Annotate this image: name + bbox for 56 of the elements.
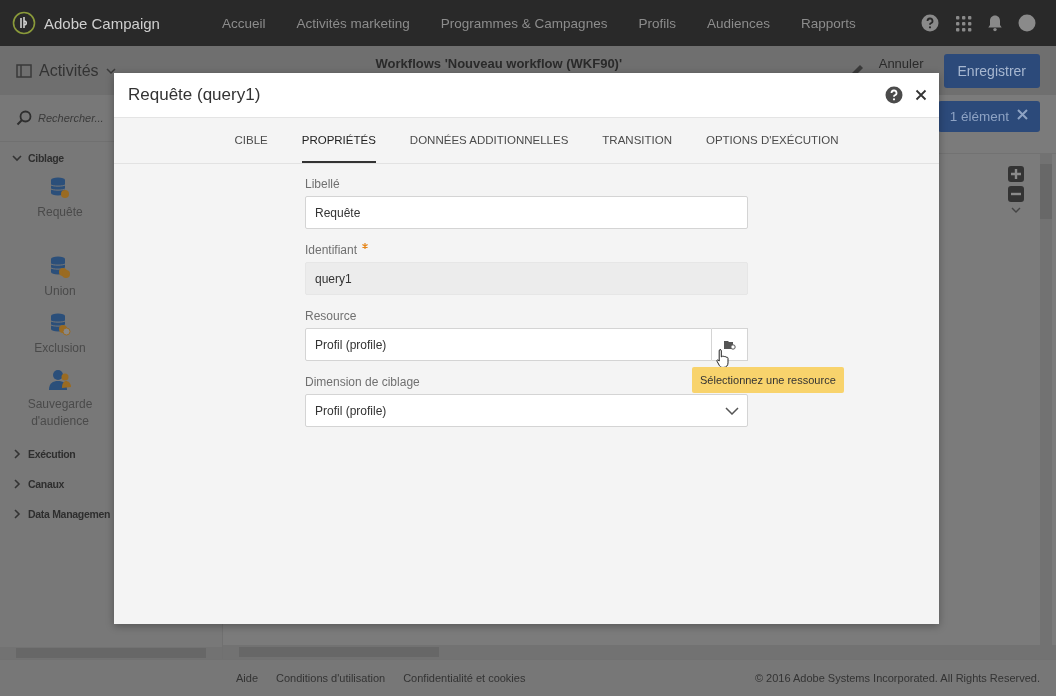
chevron-down-icon[interactable]: [1010, 206, 1022, 214]
field-label: Dimension de ciblage: [305, 375, 420, 389]
selection-button[interactable]: 1 élément: [937, 101, 1040, 132]
tab[interactable]: OPTIONS D'EXÉCUTION: [706, 118, 839, 163]
copyright-text: © 2016 Adobe Systems Incorporated. All Rights Reserved.: [754, 672, 1040, 684]
tab[interactable]: DONNÉES ADDITIONNELLES: [409, 118, 569, 163]
footer-link[interactable]: Aide: [236, 672, 259, 684]
footer-link[interactable]: Confidentialité et cookies: [403, 672, 526, 684]
bell-icon[interactable]: [987, 14, 1003, 32]
database-icon: [48, 311, 72, 336]
zoom-out-icon[interactable]: [1008, 186, 1024, 202]
nav-link[interactable]: Rapports: [800, 15, 856, 31]
field-label: Resource: [305, 309, 357, 323]
browse-button[interactable]: [712, 328, 748, 361]
database-icon: [48, 254, 72, 279]
database-icon: [48, 176, 72, 200]
field-label: Libellé: [305, 177, 340, 191]
folder-search-icon: [723, 339, 736, 350]
chevron-down-icon: [725, 406, 739, 415]
category-header[interactable]: Canaux: [0, 468, 77, 498]
nav-link[interactable]: Programmes & Campagnes: [440, 15, 608, 31]
nav-link[interactable]: Audiences: [706, 15, 770, 31]
resource-field[interactable]: Profil (profile): [305, 328, 712, 361]
nav-link[interactable]: Profils: [638, 15, 676, 31]
category-header[interactable]: Ciblage: [0, 142, 76, 172]
text-field[interactable]: Requête: [305, 196, 748, 229]
zoom-in-icon[interactable]: [1008, 166, 1024, 182]
people-icon: [48, 368, 72, 393]
dropdown[interactable]: Profil (profile): [305, 394, 748, 427]
nav-link[interactable]: Accueil: [222, 15, 266, 31]
panel-icon: [16, 63, 32, 78]
dialog-title: Requête (query1): [128, 85, 262, 105]
tab[interactable]: PROPRIÉTÉS: [301, 118, 376, 163]
close-icon[interactable]: [915, 89, 927, 101]
nav-link[interactable]: Activités marketing: [296, 15, 410, 31]
footer-link[interactable]: Conditions d'utilisation: [276, 672, 386, 684]
logo-icon: [12, 11, 36, 35]
field-label: Identifiant: [305, 243, 358, 257]
hand-cursor-icon: [716, 348, 730, 368]
workflow-title[interactable]: Workflows 'Nouveau workflow (WKF90)': [375, 56, 623, 71]
tab[interactable]: CIBLE: [234, 118, 268, 163]
category-header[interactable]: Exécution: [0, 438, 88, 468]
tab[interactable]: TRANSITION: [602, 118, 672, 163]
activities-menu[interactable]: Activités: [16, 61, 116, 80]
help-icon[interactable]: [885, 86, 903, 104]
category-header[interactable]: Data Managemen: [0, 498, 123, 528]
avatar-icon[interactable]: [1018, 14, 1036, 32]
save-button[interactable]: Enregistrer: [943, 53, 1040, 88]
chevron-down-icon: [105, 66, 116, 75]
apps-grid-icon[interactable]: [954, 14, 972, 32]
cancel-button[interactable]: Annuler: [878, 56, 924, 71]
brand-name: Adobe Campaign: [44, 14, 160, 32]
search-icon: [16, 110, 32, 126]
search-field[interactable]: Rechercher...: [38, 112, 188, 124]
help-icon[interactable]: [921, 14, 939, 32]
tooltip: Sélectionnez une ressource: [692, 367, 844, 393]
